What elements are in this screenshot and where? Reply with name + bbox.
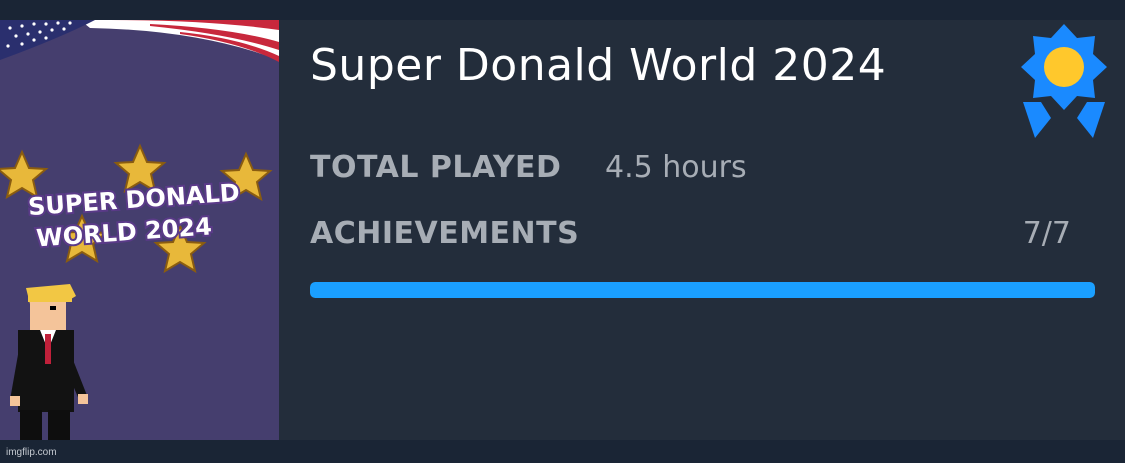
- flag-decoration: [0, 20, 279, 62]
- total-played-label: TOTAL PLAYED: [310, 150, 562, 185]
- character-sprite: [10, 284, 88, 440]
- watermark-text: imgflip.com: [6, 447, 57, 458]
- award-ribbon-icon: [1019, 22, 1109, 144]
- cover-illustration: SUPER DONALD WORLD 2024: [0, 20, 279, 440]
- total-played-value: 4.5 hours: [605, 150, 747, 185]
- bottom-bar: [0, 440, 1125, 463]
- game-title: Super Donald World 2024: [310, 40, 887, 91]
- achievements-count: 7/7: [1022, 216, 1071, 251]
- top-bar: [0, 0, 1125, 20]
- achievements-label: ACHIEVEMENTS: [310, 216, 580, 251]
- game-cover-art[interactable]: SUPER DONALD WORLD 2024: [0, 20, 279, 440]
- cover-logo: SUPER DONALD WORLD 2024: [25, 176, 242, 254]
- achievements-progress-fill: [310, 282, 1095, 298]
- achievements-progress-bar: [310, 282, 1095, 298]
